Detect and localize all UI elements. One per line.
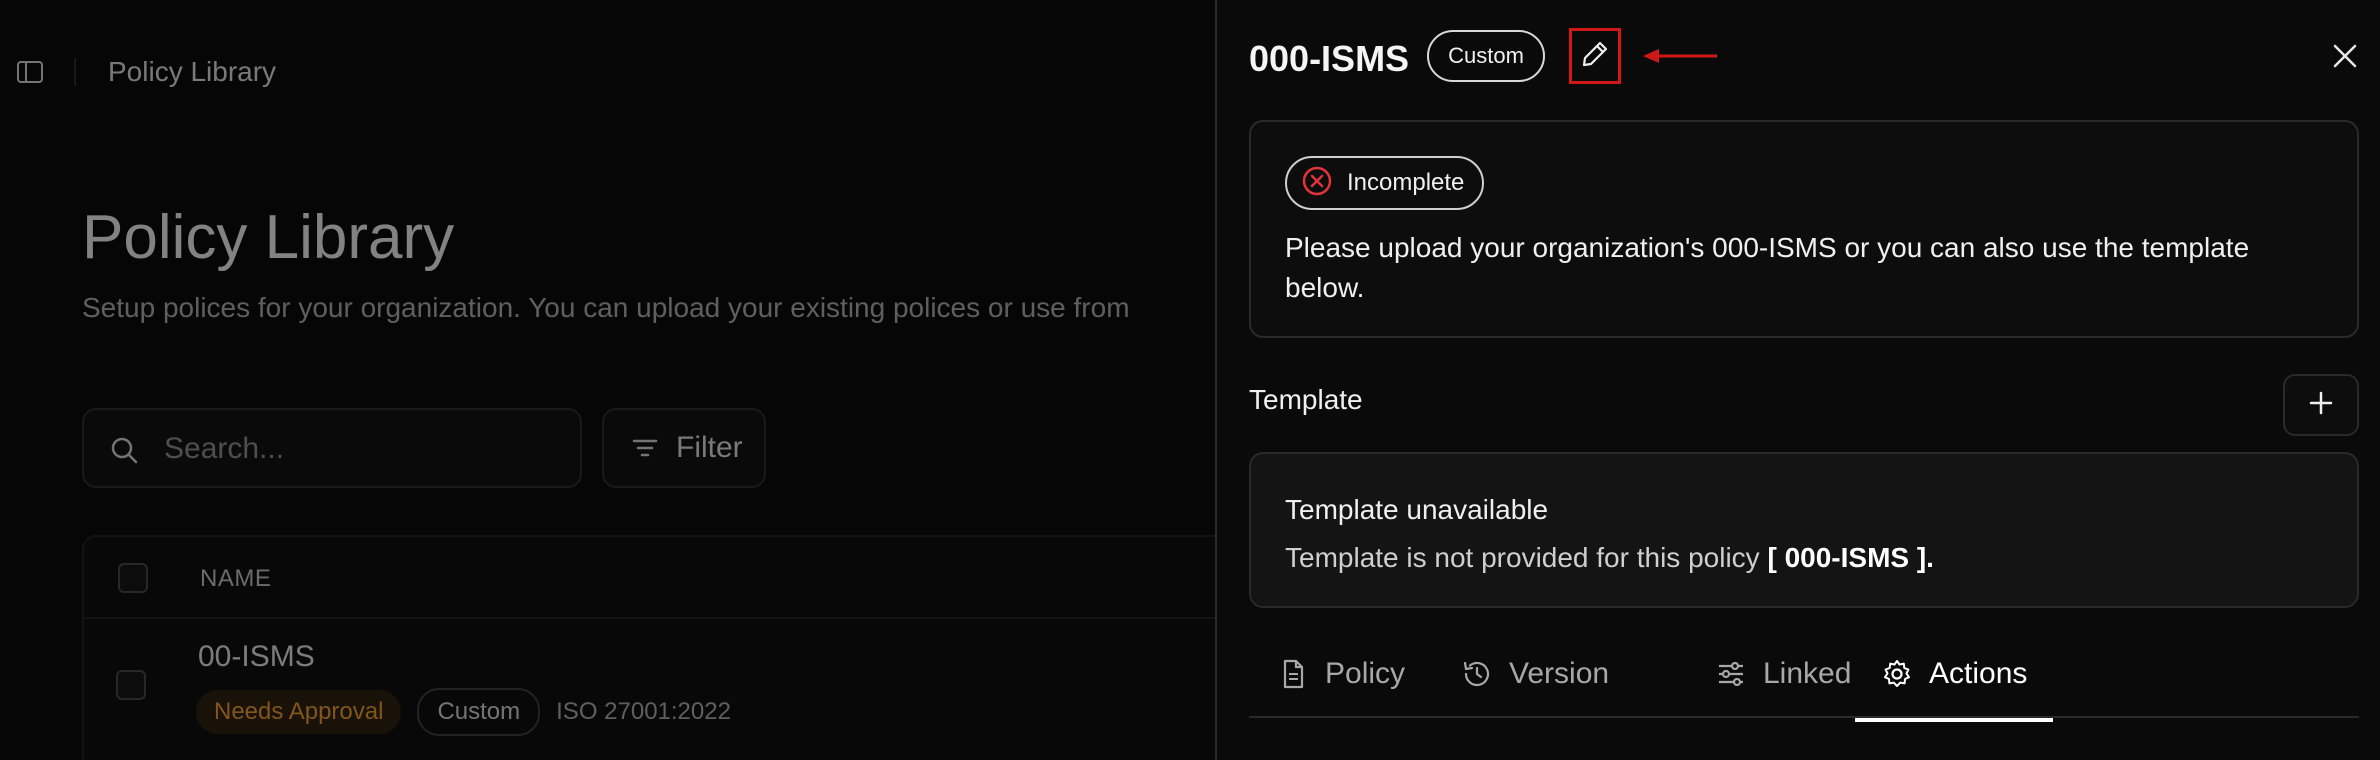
template-card: Template unavailable Template is not pro… [1249, 452, 2359, 608]
history-icon [1461, 658, 1493, 690]
tab-label: Linked [1763, 657, 1852, 690]
dimmed-overlay: Policy Library Policy Library Setup poli… [0, 0, 1215, 760]
template-card-description: Template is not provided for this policy… [1285, 542, 1934, 574]
row-tags: Needs Approval Custom ISO 27001:2022 [196, 688, 731, 736]
panel-title: 000-ISMS [1249, 38, 1410, 79]
status-card: Incomplete Please upload your organizati… [1249, 120, 2359, 338]
policy-library-page: Policy Library Policy Library Setup poli… [0, 0, 1215, 760]
tab-actions[interactable]: Actions [1855, 630, 2054, 722]
gear-icon [1881, 658, 1913, 690]
template-desc-text: Template is not provided for this policy [1285, 542, 1760, 573]
template-desc-policy: [ 000-ISMS ]. [1767, 542, 1934, 573]
search-box [82, 408, 582, 488]
tab-policy[interactable]: Policy [1277, 630, 1405, 718]
topbar-divider [74, 58, 76, 86]
filter-icon [630, 433, 660, 463]
tab-linked[interactable]: Linked [1715, 630, 1851, 718]
error-circle-icon [1301, 165, 1333, 202]
page-title: Policy Library [82, 203, 455, 272]
column-header-name[interactable]: NAME [200, 565, 271, 593]
document-icon [1277, 658, 1309, 690]
close-button[interactable] [2327, 38, 2363, 74]
filter-button[interactable]: Filter [602, 408, 766, 488]
page-subtitle: Setup polices for your organization. You… [82, 292, 1130, 323]
template-section-label: Template [1249, 384, 1363, 415]
sliders-icon [1715, 658, 1747, 690]
tab-label: Policy [1325, 657, 1406, 690]
close-icon [2327, 44, 2363, 78]
tab-version[interactable]: Version [1461, 630, 1609, 718]
detail-tabs: Policy Version Linked Actions [1249, 630, 2359, 722]
filter-label: Filter [676, 431, 743, 464]
sidebar-toggle-icon[interactable] [16, 58, 44, 86]
top-bar: Policy Library [0, 0, 1215, 144]
framework-label: ISO 27001:2022 [556, 698, 731, 725]
table-header: NAME [84, 537, 1215, 619]
tab-label: Version [1509, 657, 1610, 690]
policy-detail-panel: 000-ISMS Custom Incomplete Please upload… [1215, 0, 2380, 760]
search-input[interactable] [164, 428, 564, 470]
tab-label: Actions [1929, 657, 2028, 690]
status-badge: Incomplete [1285, 156, 1485, 210]
search-icon [108, 434, 140, 466]
annotation-arrow-icon [1643, 48, 1719, 64]
row-checkbox[interactable] [116, 670, 146, 700]
pencil-icon [1580, 39, 1610, 74]
status-message: Please upload your organization's 000-IS… [1285, 232, 2250, 303]
template-card-title: Template unavailable [1285, 494, 1549, 525]
breadcrumb[interactable]: Policy Library [108, 56, 276, 88]
type-badge: Custom [417, 688, 541, 736]
add-template-button[interactable] [2283, 374, 2359, 436]
status-badge: Needs Approval [196, 690, 402, 734]
plus-icon [2307, 389, 2335, 422]
edit-button[interactable] [1569, 28, 1621, 84]
type-badge: Custom [1427, 30, 1545, 82]
status-label: Incomplete [1347, 169, 1465, 196]
row-name[interactable]: 00-ISMS [198, 640, 315, 674]
select-all-checkbox[interactable] [118, 563, 148, 593]
